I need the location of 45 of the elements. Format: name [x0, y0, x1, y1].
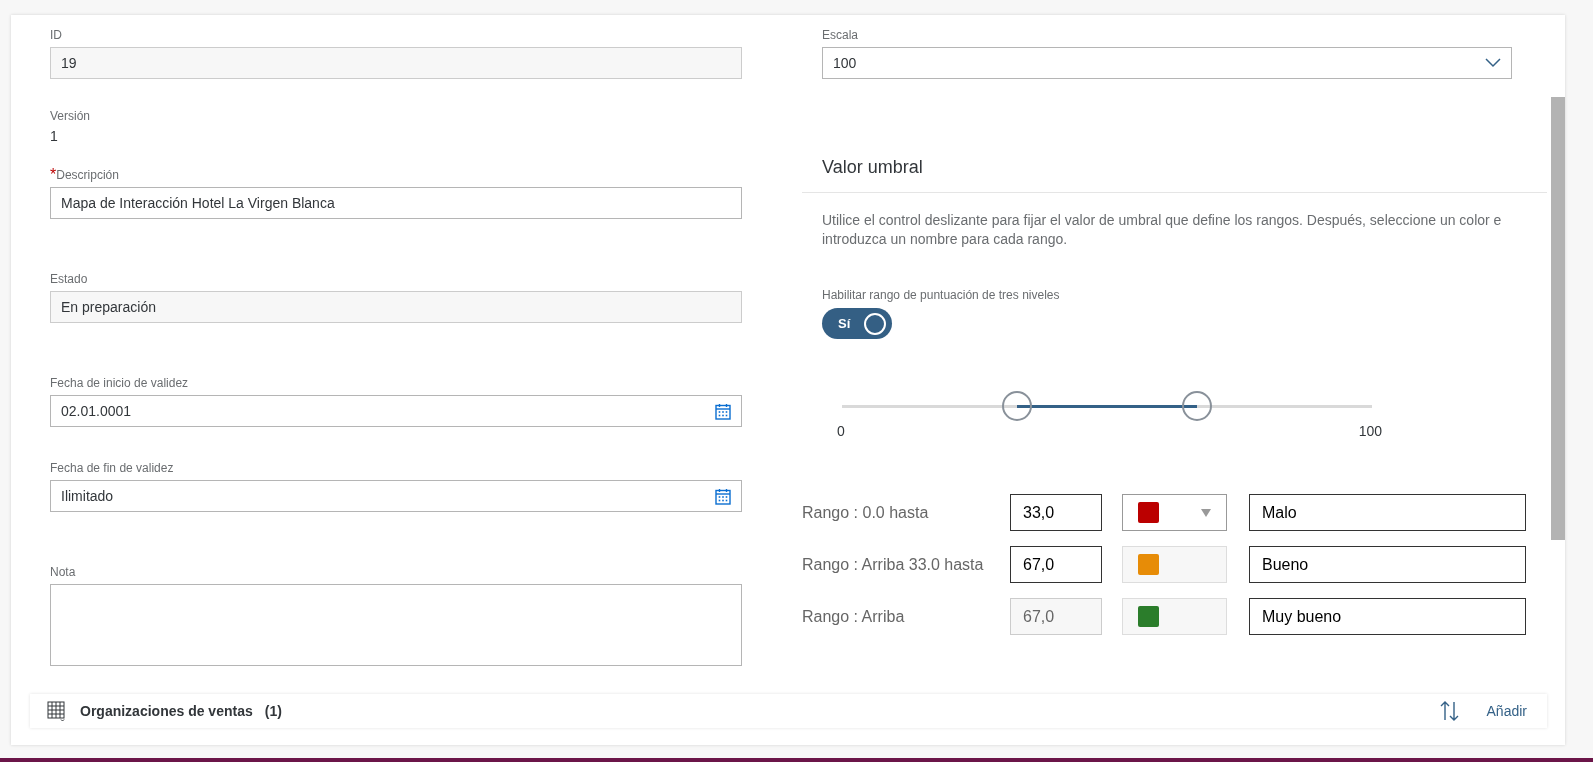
color-picker[interactable] — [1122, 494, 1227, 531]
slider-max-label: 100 — [1358, 423, 1382, 439]
date-field[interactable]: Ilimitado — [50, 480, 742, 512]
range-label: Rango : Arriba — [802, 607, 905, 626]
range-name-input[interactable]: Muy bueno — [1249, 598, 1526, 635]
required-asterisk: * — [50, 168, 57, 182]
threshold-input[interactable]: 67,0 — [1010, 546, 1102, 583]
field-label: Fecha de fin de validez — [50, 461, 174, 475]
panel-title: Organizaciones de ventas — [80, 703, 253, 719]
select-field[interactable]: 100 — [822, 47, 1512, 79]
range-label: Rango : 0.0 hasta — [802, 503, 929, 522]
chevron-down-icon — [1485, 58, 1501, 68]
description-text: Utilice el control deslizante para fijar el valor de umbral que define los rangos. Después, seleccione un color e introduzca un nombre para cada rango. — [822, 211, 1503, 249]
field-label: Descripción — [56, 168, 119, 182]
field-value: 1 — [50, 128, 58, 144]
field-label: Estado — [50, 272, 88, 286]
scrollbar-thumb[interactable] — [1551, 97, 1565, 540]
input-field[interactable]: Mapa de Interacción Hotel La Virgen Blanca — [50, 187, 742, 219]
dropdown-triangle-icon — [1201, 508, 1211, 517]
input-field[interactable]: En preparación — [50, 291, 742, 323]
range-name-input[interactable]: Bueno — [1249, 546, 1526, 583]
table-settings-icon[interactable] — [46, 700, 66, 722]
field-label: Fecha de inicio de validez — [50, 376, 189, 390]
input-field[interactable]: 19 — [50, 47, 742, 79]
field-label: Escala — [822, 28, 859, 42]
section-title: Valor umbral — [822, 157, 923, 178]
slider-handle[interactable] — [1182, 391, 1213, 421]
item-count: (1) — [264, 703, 282, 719]
textarea-field[interactable] — [50, 584, 742, 666]
date-field[interactable]: 02.01.0001 — [50, 395, 742, 427]
switch-label: Habilitar rango de puntuación de tres niveles — [822, 288, 1060, 302]
add-button[interactable]: Añadir — [1486, 703, 1527, 719]
slider-handle[interactable] — [1001, 391, 1032, 421]
field-label: Versión — [50, 109, 91, 123]
field-label: ID — [50, 28, 62, 42]
threshold-input[interactable]: 67,0 — [1010, 598, 1102, 635]
range-name-input[interactable]: Malo — [1249, 494, 1526, 531]
slider-min-label: 0 — [837, 423, 845, 439]
toggle-switch[interactable]: Sí — [822, 308, 892, 339]
range-label: Rango : Arriba 33.0 hasta — [802, 555, 984, 574]
sort-icon[interactable] — [1438, 700, 1461, 722]
threshold-input[interactable]: 33,0 — [1010, 494, 1102, 531]
calendar-icon[interactable] — [715, 402, 731, 420]
calendar-icon[interactable] — [715, 487, 731, 505]
field-label: Nota — [50, 565, 76, 579]
